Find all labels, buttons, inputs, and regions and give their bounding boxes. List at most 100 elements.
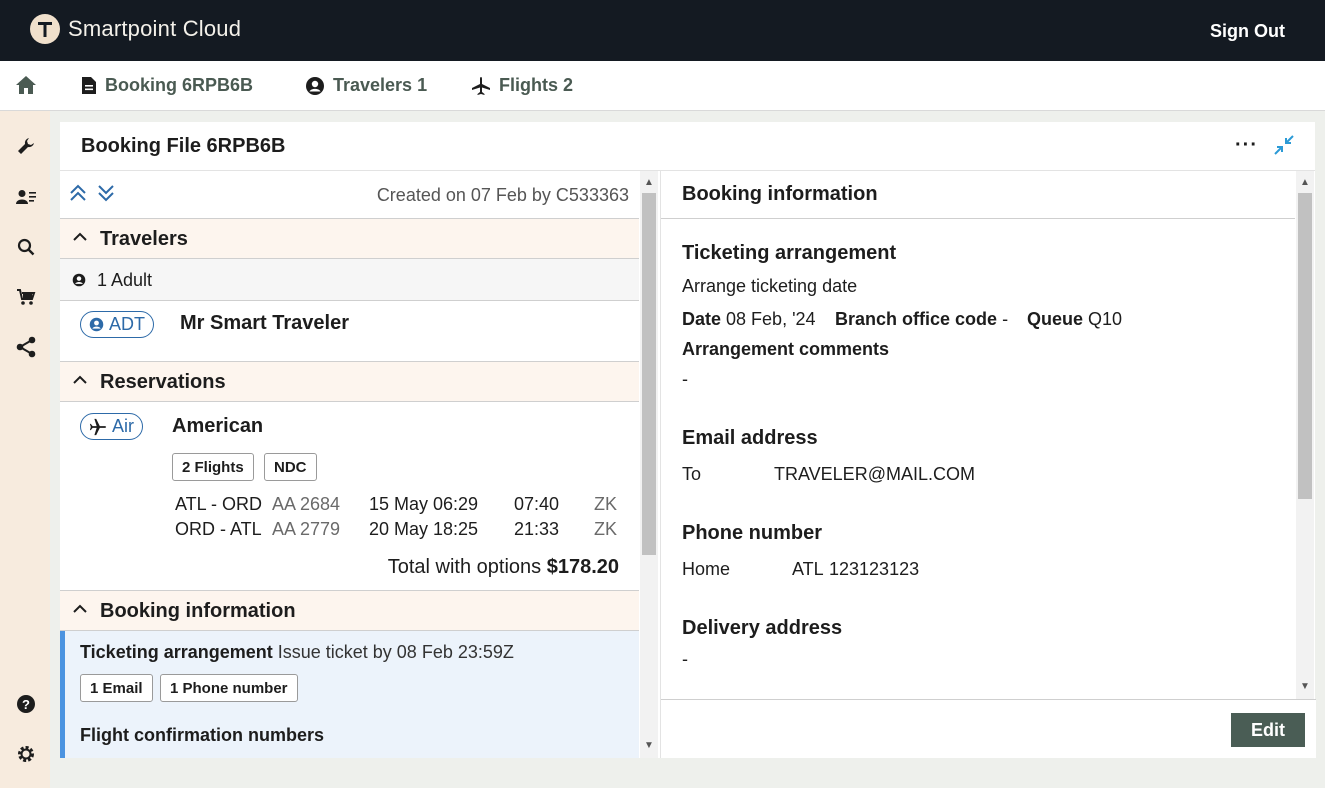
detail-title: Booking information (682, 183, 878, 205)
comments-label: Arrangement comments (682, 339, 890, 359)
flight-confirmation-label: Flight confirmation numbers (80, 725, 325, 745)
airplane-icon (89, 418, 107, 435)
search-icon[interactable] (15, 236, 37, 258)
traveler-type-label: ADT (109, 314, 145, 334)
email-value: TRAVELER@MAIL.COM (774, 464, 975, 484)
tab-flights[interactable]: Flights 2 (471, 75, 573, 96)
reservation-type-badge: Air (80, 413, 143, 440)
document-icon (82, 77, 96, 94)
expand-all-icon[interactable] (96, 183, 116, 208)
booking-file-card: Booking File 6RPB6B ··· Created on 07 Fe… (60, 122, 1316, 758)
total-label: Total with options (387, 556, 542, 578)
more-options-button[interactable]: ··· (1235, 134, 1258, 157)
expand-collapse-controls (68, 183, 116, 208)
collapse-all-icon[interactable] (68, 183, 88, 208)
total-value: $178.20 (546, 556, 619, 578)
flight-class: ZK (594, 494, 618, 514)
flight-departure: 15 May 06:29 (369, 494, 479, 514)
user-circle-icon (72, 273, 86, 287)
sidebar: ? (0, 111, 50, 788)
flight-route: ORD - ATL (175, 519, 262, 539)
flight-row[interactable]: ORD - ATL AA 2779 20 May 18:25 21:33 ZK (175, 519, 625, 543)
traveler-name[interactable]: Mr Smart Traveler (180, 312, 349, 335)
user-circle-icon (89, 317, 104, 332)
card-title: Booking File 6RPB6B (81, 135, 286, 157)
collapse-icon[interactable] (1273, 134, 1295, 161)
detail-footer: Edit (661, 699, 1316, 758)
help-icon[interactable]: ? (15, 693, 37, 715)
top-bar: Smartpoint Cloud Sign Out (0, 0, 1325, 61)
wrench-icon[interactable] (15, 135, 37, 157)
booking-summary-pane: Created on 07 Feb by C533363 Travelers 1… (60, 171, 639, 758)
left-scrollbar[interactable]: ▲ ▼ (640, 171, 658, 758)
email-type: To (682, 464, 702, 484)
scroll-down-icon[interactable]: ▼ (644, 740, 654, 751)
scrollbar-thumb[interactable] (642, 193, 656, 555)
branch-value: - (1002, 309, 1009, 329)
chevron-up-icon (73, 604, 87, 613)
nav-bar: Booking 6RPB6B Travelers 1 Flights 2 (0, 61, 1325, 111)
scrollbar-thumb[interactable] (1298, 193, 1312, 499)
scroll-down-icon[interactable]: ▼ (1300, 681, 1310, 692)
scroll-up-icon[interactable]: ▲ (644, 177, 654, 188)
ticketing-header: Ticketing arrangement (682, 242, 897, 264)
settings-gear-icon[interactable] (15, 743, 37, 765)
date-label: Date (682, 309, 722, 329)
detail-divider (661, 218, 1295, 219)
flight-class: ZK (594, 519, 618, 539)
traveler-type-badge: ADT (80, 311, 154, 338)
phone-header: Phone number (682, 522, 823, 544)
scroll-up-icon[interactable]: ▲ (1300, 177, 1310, 188)
flight-arrival: 21:33 (514, 519, 560, 539)
travelers-section-label: Travelers (100, 228, 188, 250)
user-list-icon[interactable] (15, 186, 37, 208)
home-button[interactable] (15, 75, 37, 95)
queue-value: Q10 (1088, 309, 1123, 329)
branch-office: Branch office code - (835, 309, 1008, 330)
share-icon[interactable] (15, 336, 37, 358)
booking-info-section-header[interactable]: Booking information (60, 590, 639, 631)
sign-out-button[interactable]: Sign Out (1210, 21, 1285, 42)
phone-count-tag: 1 Phone number (160, 674, 298, 702)
tab-booking[interactable]: Booking 6RPB6B (81, 75, 253, 96)
date-value: 08 Feb, '24 (726, 309, 816, 329)
ticketing-date: Date 08 Feb, '24 (682, 309, 816, 330)
app-title: Smartpoint Cloud (68, 16, 242, 41)
adult-count: 1 Adult (97, 270, 153, 290)
edit-button[interactable]: Edit (1231, 713, 1305, 747)
booking-detail-pane: Booking information Ticketing arrangemen… (660, 171, 1316, 758)
chevron-up-icon (73, 232, 87, 241)
adult-count-row: 1 Adult (60, 259, 639, 301)
flight-number: AA 2684 (272, 494, 341, 514)
booking-info-summary[interactable]: Ticketing arrangement Issue ticket by 08… (60, 631, 639, 758)
email-count-tag: 1 Email (80, 674, 153, 702)
reservations-section-header[interactable]: Reservations (60, 361, 639, 402)
booking-info-section-label: Booking information (100, 600, 296, 622)
queue-label: Queue (1027, 309, 1084, 329)
tab-flights-label: Flights 2 (499, 75, 574, 95)
cart-icon[interactable] (15, 286, 37, 308)
email-header: Email address (682, 427, 818, 449)
flight-number: AA 2779 (272, 519, 341, 539)
created-info: Created on 07 Feb by C533363 (376, 185, 629, 205)
phone-city: ATL (792, 559, 824, 579)
user-circle-icon (306, 76, 324, 95)
phone-value: 123123123 (829, 559, 920, 579)
ticketing-subtitle: Arrange ticketing date (682, 276, 858, 296)
ticketing-summary: Ticketing arrangement Issue ticket by 08… (80, 642, 514, 663)
phone-type: Home (682, 559, 731, 579)
delivery-header: Delivery address (682, 617, 843, 639)
right-scrollbar[interactable]: ▲ ▼ (1296, 171, 1314, 699)
tab-travelers-label: Travelers 1 (333, 75, 428, 95)
tab-booking-label: Booking 6RPB6B (105, 75, 254, 95)
ticketing-value: Issue ticket by 08 Feb 23:59Z (277, 642, 514, 662)
svg-text:?: ? (22, 697, 30, 712)
flight-row[interactable]: ATL - ORD AA 2684 15 May 06:29 07:40 ZK (175, 494, 625, 518)
flight-route: ATL - ORD (175, 494, 263, 514)
tab-travelers[interactable]: Travelers 1 (305, 75, 427, 96)
ticketing-label: Ticketing arrangement (80, 642, 273, 662)
home-icon (16, 76, 36, 94)
ndc-tag: NDC (264, 453, 317, 481)
travelers-section-header[interactable]: Travelers (60, 218, 639, 259)
app-logo-icon (30, 14, 60, 44)
